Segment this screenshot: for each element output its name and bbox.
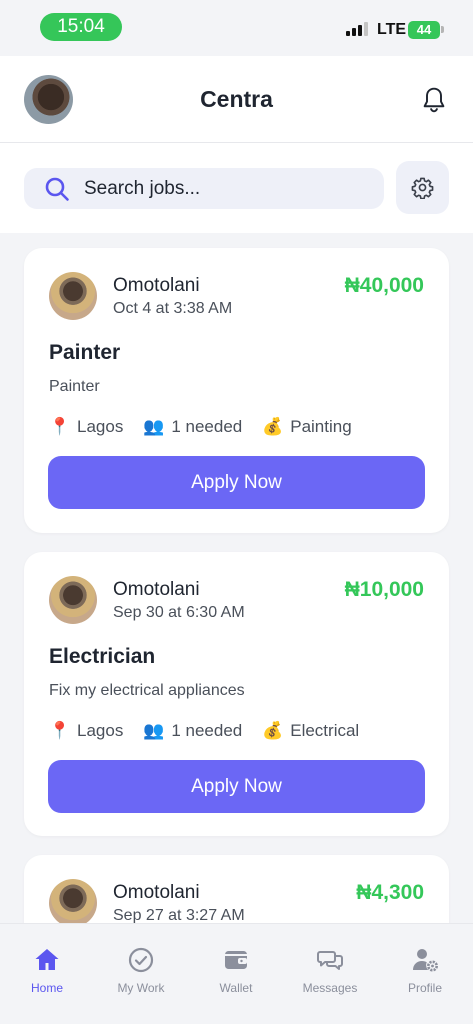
app-title: Centra — [200, 86, 273, 112]
filter-settings-button[interactable] — [396, 161, 449, 214]
job-needed: 👥 1 needed — [143, 417, 242, 437]
nav-my-work-label: My Work — [117, 981, 165, 995]
nav-wallet-label: Wallet — [219, 981, 253, 995]
job-price: ₦40,000 — [344, 274, 424, 297]
job-category: 💰 Electrical — [262, 721, 359, 741]
search-input[interactable] — [84, 168, 374, 209]
app-header: Centra — [0, 56, 473, 143]
profile-settings-icon — [413, 949, 438, 972]
bell-icon[interactable] — [421, 86, 447, 114]
job-description: Painter — [49, 378, 100, 395]
status-time: 15:04 — [40, 13, 122, 41]
job-meta: 📍 Lagos 👥 1 needed 💰 Electrical — [49, 721, 379, 741]
nav-home-label: Home — [30, 981, 63, 995]
job-price: ₦10,000 — [344, 578, 424, 601]
wallet-icon — [225, 951, 247, 969]
search-icon — [45, 177, 69, 201]
job-location: 📍 Lagos — [49, 721, 123, 741]
nav-home[interactable]: Home — [0, 946, 94, 995]
poster-name: Omotolani — [113, 275, 200, 296]
nav-messages[interactable]: Messages — [283, 946, 377, 995]
location-pin-icon: 📍 — [49, 417, 71, 436]
job-title: Painter — [49, 341, 121, 364]
money-bag-icon: 💰 — [262, 417, 284, 436]
needed-label: 1 needed — [171, 721, 243, 740]
nav-messages-label: Messages — [302, 981, 358, 995]
nav-profile-label: Profile — [407, 981, 442, 995]
nav-my-work[interactable]: My Work — [94, 946, 188, 995]
search-area — [0, 143, 473, 233]
poster-avatar — [49, 576, 97, 624]
posted-at: Oct 4 at 3:38 AM — [113, 300, 233, 317]
poster-avatar — [49, 272, 97, 320]
needed-label: 1 needed — [171, 417, 243, 436]
messages-icon — [317, 951, 343, 970]
category-label: Painting — [290, 417, 352, 436]
signal-strength-icon — [346, 22, 368, 36]
network-label: LTE — [377, 21, 407, 38]
battery-icon: 44 — [408, 21, 440, 39]
job-category: 💰 Painting — [262, 417, 351, 437]
status-bar: 15:04 LTE 44 — [0, 0, 473, 56]
poster-name: Omotolani — [113, 882, 200, 903]
apply-now-button[interactable]: Apply Now — [48, 456, 425, 509]
location-pin-icon: 📍 — [49, 721, 71, 740]
location-label: Lagos — [77, 721, 124, 740]
nav-wallet[interactable]: Wallet — [189, 946, 283, 995]
job-needed: 👥 1 needed — [143, 721, 242, 741]
job-title: Electrician — [49, 645, 156, 668]
job-location: 📍 Lagos — [49, 417, 123, 437]
poster-avatar — [49, 879, 97, 927]
people-icon: 👥 — [143, 417, 165, 436]
home-icon — [35, 949, 59, 970]
category-label: Electrical — [290, 721, 360, 740]
job-description: Fix my electrical appliances — [49, 682, 245, 699]
location-label: Lagos — [77, 417, 124, 436]
job-meta: 📍 Lagos 👥 1 needed 💰 Painting — [49, 417, 372, 437]
nav-profile[interactable]: Profile — [378, 946, 472, 995]
check-circle-icon — [128, 947, 154, 973]
money-bag-icon: 💰 — [262, 721, 284, 740]
apply-now-button[interactable]: Apply Now — [48, 760, 425, 813]
gear-icon — [411, 177, 434, 199]
job-card[interactable]: Omotolani Oct 4 at 3:38 AM ₦40,000 Paint… — [24, 248, 449, 533]
posted-at: Sep 30 at 6:30 AM — [113, 604, 245, 621]
bottom-nav: Home My Work Wallet Messages Profile — [0, 923, 473, 1024]
job-card[interactable]: Omotolani Sep 30 at 6:30 AM ₦10,000 Elec… — [24, 552, 449, 836]
poster-name: Omotolani — [113, 579, 200, 600]
job-price: ₦4,300 — [356, 881, 424, 904]
search-box[interactable] — [24, 168, 384, 209]
people-icon: 👥 — [143, 721, 165, 740]
battery-cap — [441, 26, 444, 33]
